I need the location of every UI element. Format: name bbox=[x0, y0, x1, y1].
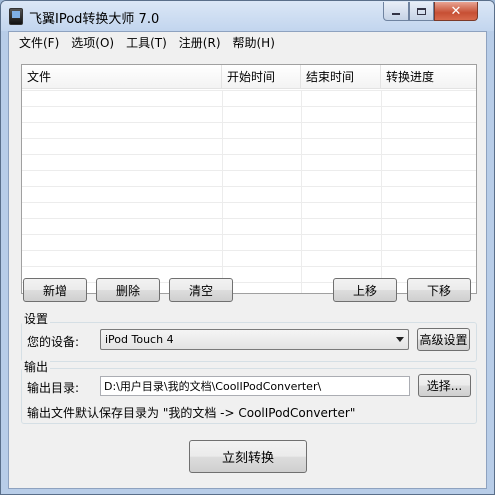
output-dir-input[interactable] bbox=[100, 376, 410, 396]
device-select-value: iPod Touch 4 bbox=[105, 333, 174, 346]
output-note: 输出文件默认保存目录为 "我的文档 -> CoolIPodConverter" bbox=[27, 406, 356, 420]
column-progress[interactable]: 转换进度 bbox=[381, 65, 476, 89]
menu-options[interactable]: 选项(O) bbox=[65, 33, 120, 53]
convert-now-button[interactable]: 立刻转换 bbox=[189, 440, 307, 473]
move-up-button[interactable]: 上移 bbox=[333, 278, 397, 302]
menu-bar: 文件(F) 选项(O) 工具(T) 注册(R) 帮助(H) bbox=[9, 32, 486, 54]
device-label: 您的设备: bbox=[27, 335, 80, 349]
maximize-button[interactable] bbox=[409, 2, 434, 21]
menu-file[interactable]: 文件(F) bbox=[13, 33, 65, 53]
chevron-down-icon bbox=[396, 337, 404, 342]
file-list-header: 文件 开始时间 结束时间 转换进度 bbox=[22, 65, 476, 89]
file-list-body[interactable] bbox=[22, 90, 476, 293]
device-select[interactable]: iPod Touch 4 bbox=[100, 329, 409, 350]
minimize-button[interactable] bbox=[383, 2, 409, 21]
clear-button[interactable]: 清空 bbox=[169, 278, 233, 302]
maximize-icon bbox=[417, 7, 426, 15]
settings-group-title: 设置 bbox=[22, 310, 51, 327]
menu-tools[interactable]: 工具(T) bbox=[120, 33, 173, 53]
client-area: 文件(F) 选项(O) 工具(T) 注册(R) 帮助(H) 文件 开始时间 结束… bbox=[8, 31, 487, 489]
close-icon: ✕ bbox=[450, 3, 462, 19]
ipod-app-icon bbox=[9, 8, 23, 25]
column-file[interactable]: 文件 bbox=[22, 65, 222, 89]
app-window: 飞翼IPod转换大师 7.0 ✕ 文件(F) 选项(O) 工具(T) 注册(R)… bbox=[0, 0, 495, 495]
window-title: 飞翼IPod转换大师 7.0 bbox=[29, 12, 160, 27]
output-group-title: 输出 bbox=[22, 358, 51, 375]
delete-button[interactable]: 删除 bbox=[96, 278, 160, 302]
menu-register[interactable]: 注册(R) bbox=[173, 33, 227, 53]
column-end-time[interactable]: 结束时间 bbox=[301, 65, 381, 89]
add-button[interactable]: 新增 bbox=[23, 278, 87, 302]
choose-dir-button[interactable]: 选择... bbox=[418, 374, 471, 397]
file-list[interactable]: 文件 开始时间 结束时间 转换进度 bbox=[21, 64, 477, 294]
title-bar[interactable]: 飞翼IPod转换大师 7.0 ✕ bbox=[1, 1, 494, 31]
close-button[interactable]: ✕ bbox=[434, 2, 478, 21]
menu-help[interactable]: 帮助(H) bbox=[227, 33, 281, 53]
output-dir-label: 输出目录: bbox=[27, 381, 80, 395]
move-down-button[interactable]: 下移 bbox=[407, 278, 471, 302]
minimize-icon bbox=[392, 13, 400, 15]
column-start-time[interactable]: 开始时间 bbox=[222, 65, 301, 89]
advanced-settings-button[interactable]: 高级设置 bbox=[417, 328, 470, 351]
